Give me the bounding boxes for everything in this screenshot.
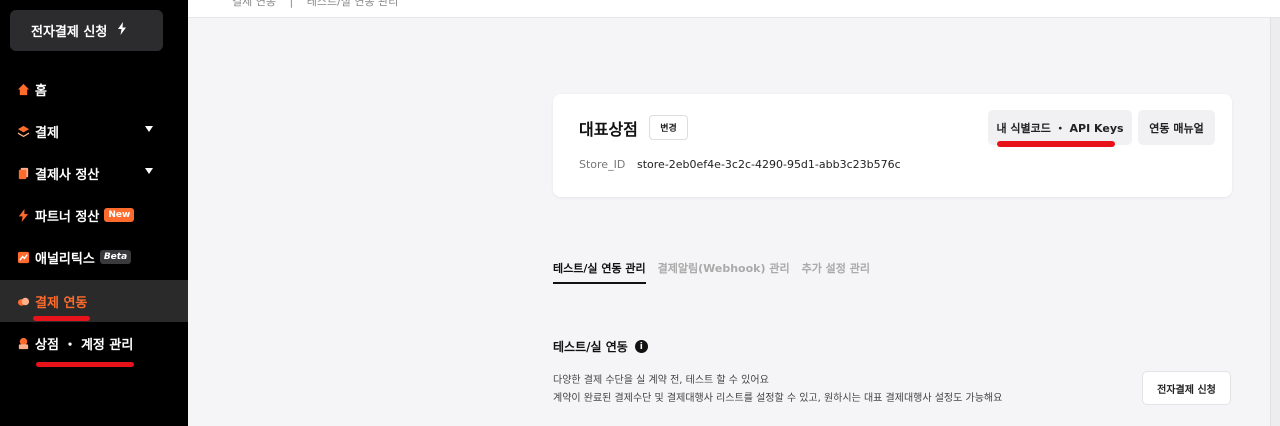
sidebar-item-integration[interactable]: 결제 연동 xyxy=(0,280,188,322)
main-content xyxy=(188,18,1280,426)
home-icon xyxy=(16,82,31,97)
apply-payment-button[interactable]: 전자결제 신청 xyxy=(1142,371,1231,405)
sidebar-item-label: 결제 연동 xyxy=(35,295,88,311)
info-icon[interactable]: i xyxy=(634,340,648,353)
sidebar-item-label: 애널리틱스 xyxy=(35,251,95,267)
integration-manual-button[interactable]: 연동 매뉴얼 xyxy=(1138,110,1215,145)
section-title-text: 테스트/실 연동 xyxy=(553,340,628,354)
sidebar-item-payment[interactable]: 결제 xyxy=(0,110,188,152)
tab-webhook[interactable]: 결제알림(Webhook) 관리 xyxy=(658,260,790,284)
annotation-underline xyxy=(33,316,90,321)
sidebar-item-label: 상점 ・ 계정 관리 xyxy=(35,337,134,353)
breadcrumb-separator: | xyxy=(289,0,294,8)
sidebar-item-store-account[interactable]: 상점 ・ 계정 관리 xyxy=(0,322,188,364)
sidebar-item-home[interactable]: 홈 xyxy=(0,68,188,110)
chart-icon xyxy=(16,250,31,265)
chevron-down-icon[interactable] xyxy=(145,168,153,174)
bolt-icon xyxy=(16,208,31,223)
store-id-value: store-2eb0ef4e-3c2c-4290-95d1-abb3c23b57… xyxy=(637,158,901,171)
tab-test-live[interactable]: 테스트/실 연동 관리 xyxy=(553,260,646,284)
api-keys-button[interactable]: 내 식별코드 ・ API Keys xyxy=(988,110,1132,145)
section-title: 테스트/실 연동 i xyxy=(553,338,648,355)
store-icon xyxy=(16,336,31,351)
cloud-icon xyxy=(16,294,31,309)
tab-bar: 테스트/실 연동 관리 결제알림(Webhook) 관리 추가 설정 관리 xyxy=(553,260,882,284)
documents-icon xyxy=(16,166,31,181)
bolt-icon xyxy=(117,22,127,39)
change-store-button[interactable]: 변경 xyxy=(649,115,688,140)
scrollbar[interactable] xyxy=(1270,18,1280,426)
store-id-label: Store_ID xyxy=(579,158,626,171)
breadcrumb-bar: 결제 연동 | 테스트/실 연동 관리 xyxy=(188,0,1280,18)
sidebar-item-settlement[interactable]: 결제사 정산 xyxy=(0,152,188,194)
apply-payment-label: 전자결제 신청 xyxy=(31,25,108,40)
sidebar-item-label: 홈 xyxy=(35,83,47,99)
annotation-underline xyxy=(997,141,1115,147)
sidebar-item-partner-settlement[interactable]: 파트너 정산 New xyxy=(0,194,188,236)
annotation-underline xyxy=(36,362,134,367)
new-badge: New xyxy=(104,208,135,222)
chevron-down-icon[interactable] xyxy=(145,126,153,132)
sidebar: 전자결제 신청 홈 결제 결제사 정산 파트너 정산 New 애널리틱스 Bet… xyxy=(0,0,188,426)
store-card: 대표상점 변경 Store_ID store-2eb0ef4e-3c2c-429… xyxy=(553,94,1232,197)
tab-additional-settings[interactable]: 추가 설정 관리 xyxy=(802,260,870,284)
breadcrumb: 결제 연동 | 테스트/실 연동 관리 xyxy=(232,0,408,9)
sidebar-item-label: 파트너 정산 xyxy=(35,209,100,225)
section-description: 다양한 결제 수단을 실 계약 전, 테스트 할 수 있어요 xyxy=(553,375,769,386)
store-name: 대표상점 xyxy=(579,120,638,139)
layers-icon xyxy=(16,124,31,139)
breadcrumb-item[interactable]: 결제 연동 xyxy=(232,0,276,8)
sidebar-item-label: 결제 xyxy=(35,125,59,141)
sidebar-item-analytics[interactable]: 애널리틱스 Beta xyxy=(0,236,188,278)
sidebar-item-label: 결제사 정산 xyxy=(35,167,100,183)
beta-badge: Beta xyxy=(99,250,132,264)
section-description: 계약이 완료된 결제수단 및 결제대행사 리스트를 설정할 수 있고, 원하시는… xyxy=(553,393,1003,404)
apply-payment-button[interactable]: 전자결제 신청 xyxy=(10,10,163,51)
breadcrumb-item[interactable]: 테스트/실 연동 관리 xyxy=(307,0,399,8)
